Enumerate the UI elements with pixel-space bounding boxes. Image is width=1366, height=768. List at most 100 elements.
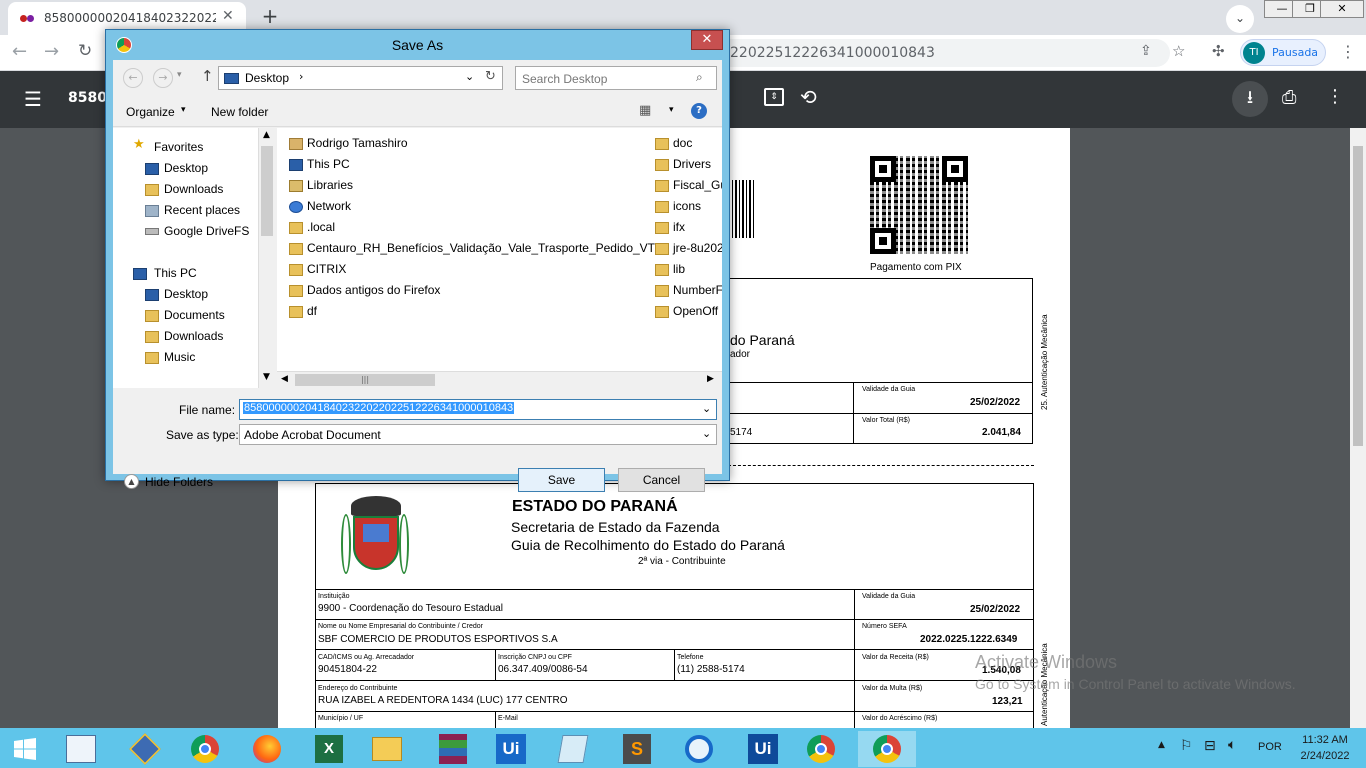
- nav-pc-desktop[interactable]: Desktop: [164, 287, 208, 301]
- taskbar-chrome-active[interactable]: [858, 731, 916, 767]
- organize-dropdown-icon[interactable]: ▾: [181, 105, 186, 115]
- nav-pc-downloads[interactable]: Downloads: [164, 329, 223, 343]
- scroll-left-icon[interactable]: ◀: [281, 374, 288, 384]
- back-icon[interactable]: ←: [123, 68, 143, 88]
- hide-folders-icon[interactable]: ▲: [124, 474, 139, 489]
- file-item[interactable]: .local: [307, 220, 335, 234]
- pdf-scrollbar[interactable]: [1350, 128, 1366, 728]
- taskbar-file-explorer[interactable]: [364, 731, 410, 767]
- refresh-icon[interactable]: ↻: [485, 69, 496, 84]
- scroll-right-icon[interactable]: ▶: [707, 374, 714, 384]
- taskbar-sublime-text[interactable]: S: [614, 731, 660, 767]
- tab-search-icon[interactable]: ⌄: [1226, 5, 1254, 33]
- file-item[interactable]: CITRIX: [307, 262, 346, 276]
- file-item[interactable]: lib: [673, 262, 685, 276]
- nav-fav-desktop[interactable]: Desktop: [164, 161, 208, 175]
- taskbar-chrome[interactable]: [182, 731, 228, 767]
- file-item[interactable]: df: [307, 304, 317, 318]
- recent-dropdown-icon[interactable]: ▾: [177, 70, 182, 80]
- nav-favorites[interactable]: Favorites: [154, 140, 203, 154]
- file-name-input[interactable]: 8580000002041840232202202251222634100001…: [239, 399, 717, 420]
- tray-overflow-icon[interactable]: ▲: [1158, 740, 1165, 750]
- breadcrumb-arrow-icon[interactable]: ›: [299, 70, 303, 83]
- address-dropdown-icon[interactable]: ⌄: [465, 70, 474, 83]
- file-item[interactable]: Rodrigo Tamashiro: [307, 136, 408, 150]
- file-item[interactable]: Network: [307, 199, 351, 213]
- taskbar-uipath-robot[interactable]: Ui: [740, 731, 786, 767]
- taskbar-notepad[interactable]: [550, 731, 596, 767]
- file-item[interactable]: ifx: [673, 220, 685, 234]
- search-box[interactable]: Search Desktop ⌕: [515, 66, 717, 90]
- taskbar-chrome-profile[interactable]: [798, 731, 844, 767]
- pdf-scrollbar-thumb[interactable]: [1353, 146, 1363, 446]
- fit-page-icon[interactable]: ⇕: [764, 88, 784, 106]
- extensions-icon[interactable]: ✣: [1212, 42, 1225, 60]
- taskbar-uipath-studio[interactable]: Ui: [488, 731, 534, 767]
- profile-button[interactable]: TI Pausada: [1240, 39, 1326, 66]
- pdf-menu-icon[interactable]: ☰: [24, 87, 42, 111]
- nav-pc-music[interactable]: Music: [164, 350, 195, 364]
- nav-fav-downloads[interactable]: Downloads: [164, 182, 223, 196]
- reload-icon[interactable]: ↻: [78, 41, 92, 61]
- back-icon[interactable]: ←: [12, 41, 27, 62]
- cancel-button[interactable]: Cancel: [618, 468, 705, 492]
- rotate-icon[interactable]: ⟲: [800, 85, 817, 109]
- file-item[interactable]: OpenOff: [673, 304, 718, 318]
- print-icon[interactable]: ⎙: [1282, 87, 1296, 108]
- file-item[interactable]: This PC: [307, 157, 350, 171]
- language-indicator[interactable]: POR: [1258, 741, 1282, 753]
- up-icon[interactable]: ↑: [201, 67, 214, 85]
- file-name-dropdown-icon[interactable]: ⌄: [702, 402, 711, 415]
- nav-scrollbar[interactable]: ▲ ▼: [258, 128, 275, 388]
- hide-folders-button[interactable]: Hide Folders: [145, 475, 213, 489]
- taskbar-uipath-assistant[interactable]: [676, 731, 722, 767]
- chrome-menu-icon[interactable]: ⋮: [1340, 42, 1356, 61]
- more-options-icon[interactable]: ⋮: [1326, 86, 1344, 107]
- scroll-up-icon[interactable]: ▲: [263, 130, 270, 140]
- taskbar-network-tool[interactable]: [122, 731, 168, 767]
- clock[interactable]: 11:32 AM 2/24/2022: [1290, 732, 1360, 764]
- save-button[interactable]: Save: [518, 468, 605, 492]
- dialog-close-icon[interactable]: ✕: [691, 30, 723, 50]
- nav-pc-documents[interactable]: Documents: [164, 308, 225, 322]
- help-icon[interactable]: ?: [691, 103, 707, 119]
- nav-this-pc[interactable]: This PC: [154, 266, 197, 280]
- file-item[interactable]: Centauro_RH_Benefícios_Validação_Vale_Tr…: [307, 241, 655, 255]
- hscrollbar-thumb[interactable]: |||: [295, 374, 435, 386]
- file-item[interactable]: doc: [673, 136, 692, 150]
- taskbar-server-manager[interactable]: [58, 731, 104, 767]
- volume-icon[interactable]: 🔈︎: [1228, 737, 1236, 753]
- view-options-icon[interactable]: ▦: [639, 103, 651, 118]
- nav-fav-drivefs[interactable]: Google DriveFS: [164, 224, 249, 238]
- address-field[interactable]: Desktop › ⌄ ↻: [218, 66, 503, 90]
- taskbar-excel[interactable]: X: [306, 731, 352, 767]
- organize-button[interactable]: Organize: [126, 105, 175, 119]
- bookmark-star-icon[interactable]: ☆: [1172, 42, 1185, 60]
- new-folder-button[interactable]: New folder: [211, 105, 268, 119]
- file-list-hscrollbar[interactable]: ◀ ||| ▶: [277, 371, 722, 388]
- file-item[interactable]: jre-8u202: [673, 241, 722, 255]
- download-icon[interactable]: ⭳: [1232, 81, 1268, 117]
- flag-icon[interactable]: ⚐: [1180, 738, 1193, 754]
- network-icon[interactable]: ⊟: [1204, 738, 1216, 754]
- tab-close-icon[interactable]: ✕: [222, 8, 234, 24]
- file-item[interactable]: Drivers: [673, 157, 711, 171]
- start-button[interactable]: [2, 731, 48, 767]
- forward-icon[interactable]: →: [153, 68, 173, 88]
- window-close-icon[interactable]: ✕: [1320, 0, 1364, 18]
- save-type-select[interactable]: Adobe Acrobat Document ⌄: [239, 424, 717, 445]
- file-item[interactable]: Fiscal_Gu: [673, 178, 722, 192]
- forward-icon[interactable]: →: [44, 41, 59, 62]
- new-tab-icon[interactable]: +: [257, 5, 283, 29]
- file-item[interactable]: Libraries: [307, 178, 353, 192]
- share-icon[interactable]: ⇪: [1140, 43, 1152, 59]
- file-item[interactable]: Dados antigos do Firefox: [307, 283, 440, 297]
- scroll-down-icon[interactable]: ▼: [263, 372, 270, 382]
- file-item[interactable]: NumberF: [673, 283, 722, 297]
- taskbar-winrar[interactable]: [430, 731, 476, 767]
- view-dropdown-icon[interactable]: ▾: [669, 105, 674, 115]
- taskbar-firefox[interactable]: [244, 731, 290, 767]
- nav-scrollbar-thumb[interactable]: [261, 146, 273, 236]
- save-type-dropdown-icon[interactable]: ⌄: [702, 427, 711, 440]
- file-item[interactable]: icons: [673, 199, 701, 213]
